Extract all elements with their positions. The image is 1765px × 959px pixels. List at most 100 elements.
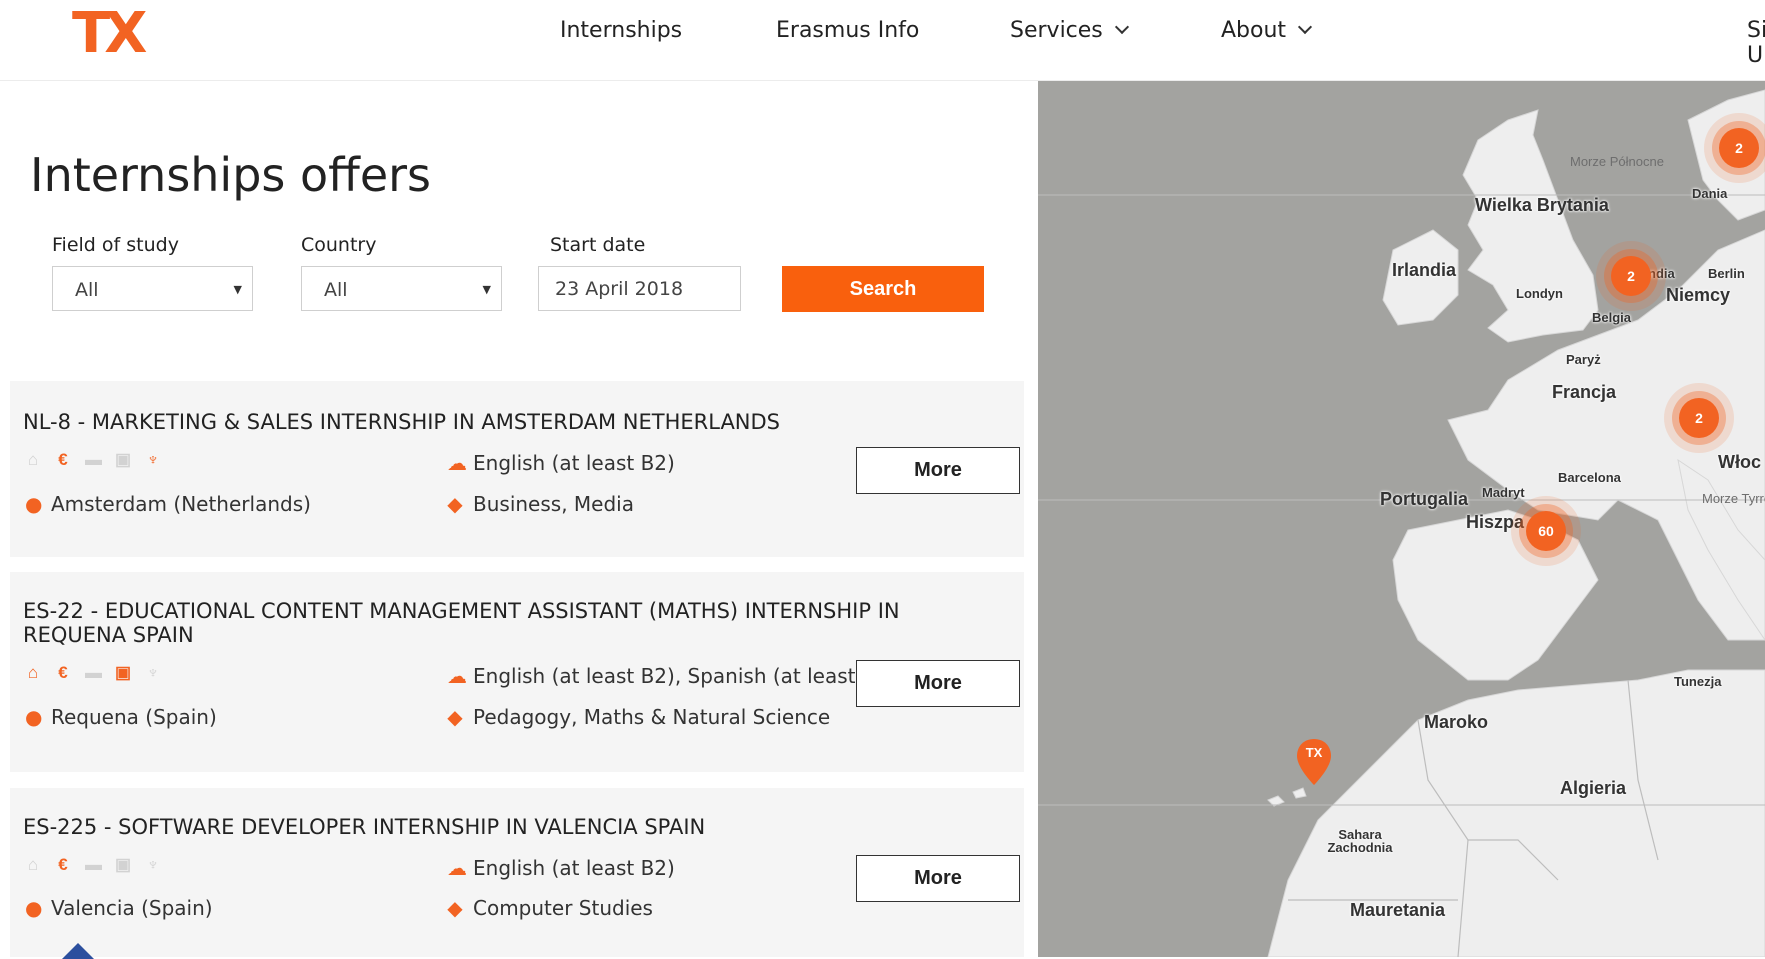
map-label-london: Londyn	[1516, 286, 1563, 301]
speech-bubbles-icon: ☁	[447, 451, 467, 475]
map-label-north-sea: Morze Północne	[1570, 154, 1664, 169]
listing-card: ES-22 - EDUCATIONAL CONTENT MANAGEMENT A…	[10, 572, 1024, 772]
location-text: Requena (Spain)	[51, 705, 217, 729]
map-marker-icon: ●	[25, 492, 43, 516]
listing-languages: ☁ English (at least B2), Spanish (at leas…	[447, 664, 896, 688]
tag-icon: ◆	[447, 896, 463, 920]
map-label-paris: Paryż	[1566, 352, 1601, 367]
field-of-study-value: All	[75, 279, 99, 301]
location-text: Valencia (Spain)	[51, 896, 213, 920]
listing-location: ● Amsterdam (Netherlands)	[25, 492, 311, 516]
nav-sign-up-label: Sign U	[1747, 18, 1765, 68]
map-label-denmark: Dania	[1692, 186, 1728, 201]
map-label-berlin: Berlin	[1708, 266, 1745, 281]
benefit-icons: ⌂ € ▬ ▣ ♆	[25, 664, 161, 682]
listing-title[interactable]: ES-225 - SOFTWARE DEVELOPER INTERNSHIP I…	[23, 815, 1003, 839]
nav-about-label: About	[1221, 18, 1287, 43]
nav-services-label: Services	[1010, 18, 1103, 43]
nav-about[interactable]: About	[1221, 18, 1313, 43]
dropdown-caret-icon: ▼	[233, 283, 242, 296]
map-label-western-sahara: Sahara Zachodnia	[1327, 827, 1393, 855]
bus-icon: ▣	[115, 855, 132, 874]
map-label-france: Francja	[1552, 382, 1617, 402]
accommodation-icon: ⌂	[27, 450, 39, 469]
map-cluster-denmark[interactable]: 2	[1719, 128, 1759, 168]
country-value: All	[324, 279, 348, 301]
map-label-uk-text: Wielka Brytania	[1475, 195, 1609, 215]
languages-text: English (at least B2)	[473, 856, 675, 880]
map-label-belgium: Belgia	[1592, 310, 1632, 325]
speech-bubbles-icon: ☁	[447, 664, 467, 688]
tag-icon: ◆	[447, 705, 463, 729]
more-button[interactable]: More	[856, 660, 1020, 707]
chevron-down-icon	[1297, 19, 1313, 35]
fields-text: Pedagogy, Maths & Natural Science	[473, 705, 831, 729]
map-label-italy: Włoc	[1718, 452, 1761, 472]
map-land	[1038, 89, 1765, 957]
search-button[interactable]: Search	[782, 266, 984, 312]
map-label-madrid: Madryt	[1482, 485, 1525, 500]
listing-card: NL-8 - MARKETING & SALES INTERNSHIP IN A…	[10, 381, 1024, 557]
map-label-tyrrhenian: Morze Tyrreńskie	[1702, 491, 1765, 506]
map-label-algeria: Algieria	[1560, 778, 1627, 798]
listing-title[interactable]: NL-8 - MARKETING & SALES INTERNSHIP IN A…	[23, 410, 1003, 434]
accommodation-icon: ⌂	[27, 663, 39, 682]
benefit-icons: ⌂ € ▬ ▣ ♆	[25, 856, 161, 874]
country-select[interactable]: All ▼	[301, 266, 502, 311]
meals-icon: ♆	[146, 663, 160, 682]
fields-text: Business, Media	[473, 492, 634, 516]
listing-card: ES-225 - SOFTWARE DEVELOPER INTERNSHIP I…	[10, 788, 1024, 957]
location-text: Amsterdam (Netherlands)	[51, 492, 311, 516]
bus-icon: ▣	[115, 663, 132, 682]
map-marker-icon: ●	[25, 705, 43, 729]
tag-icon: ◆	[447, 492, 463, 516]
map-view[interactable]: Wielka Brytania Irlandia Londyn Paryż Fr…	[1038, 80, 1765, 957]
country-label: Country	[301, 234, 377, 256]
listing-title[interactable]: ES-22 - EDUCATIONAL CONTENT MANAGEMENT A…	[23, 599, 1003, 647]
nav-services[interactable]: Services	[1010, 18, 1129, 43]
map-label-ireland: Irlandia	[1392, 260, 1457, 280]
nav-internships[interactable]: Internships	[560, 18, 682, 43]
salary-euro-icon: €	[58, 855, 68, 874]
listing-fields: ◆ Computer Studies	[447, 896, 653, 920]
more-button[interactable]: More	[856, 447, 1020, 494]
more-button[interactable]: More	[856, 855, 1020, 902]
tx-logo[interactable]: TX	[72, 6, 147, 62]
nav-erasmus-info[interactable]: Erasmus Info	[776, 18, 919, 43]
speech-bubbles-icon: ☁	[447, 856, 467, 880]
field-of-study-select[interactable]: All ▼	[52, 266, 253, 311]
map-marker-icon: ●	[25, 896, 43, 920]
meals-icon: ♆	[146, 855, 160, 874]
map-label-uk: Wielka Brytania	[1475, 195, 1609, 216]
salary-euro-icon: €	[58, 450, 68, 469]
map-label-netherlands-partial: ndia	[1648, 266, 1675, 281]
nav-sign-up[interactable]: Sign U	[1747, 18, 1765, 68]
languages-text: English (at least B2), Spanish (at least…	[473, 664, 897, 688]
transport-card-icon: ▬	[85, 855, 102, 874]
map-label-morocco: Maroko	[1424, 712, 1489, 732]
map-cluster-switzerland[interactable]: 2	[1679, 398, 1719, 438]
start-date-label: Start date	[550, 234, 646, 256]
bus-icon: ▣	[115, 450, 132, 469]
listing-languages: ☁ English (at least B2)	[447, 856, 675, 880]
listing-location: ● Requena (Spain)	[25, 705, 217, 729]
map-pin-label: TX	[1305, 745, 1323, 760]
start-date-input[interactable]: 23 April 2018	[538, 266, 741, 311]
page-title: Internships offers	[30, 148, 432, 202]
map-label-mauritania: Mauretania	[1350, 900, 1446, 920]
top-navbar: TX Internships Erasmus Info Services Abo…	[0, 0, 1765, 81]
map-label-germany: Niemcy	[1666, 285, 1731, 305]
listing-fields: ◆ Business, Media	[447, 492, 634, 516]
meals-icon: ♆	[146, 450, 160, 469]
transport-card-icon: ▬	[85, 663, 102, 682]
transport-card-icon: ▬	[85, 450, 102, 469]
map-label-portugal: Portugalia	[1380, 489, 1469, 509]
map-label-tunisia: Tunezja	[1674, 674, 1722, 689]
listing-languages: ☁ English (at least B2)	[447, 451, 675, 475]
map-cluster-netherlands[interactable]: 2	[1611, 256, 1651, 296]
accommodation-icon: ⌂	[27, 855, 39, 874]
map-label-barcelona: Barcelona	[1558, 470, 1621, 485]
listing-fields: ◆ Pedagogy, Maths & Natural Science	[447, 705, 830, 729]
map-cluster-spain[interactable]: 60	[1526, 511, 1566, 551]
map-label-spain: Hiszpa	[1466, 512, 1525, 532]
